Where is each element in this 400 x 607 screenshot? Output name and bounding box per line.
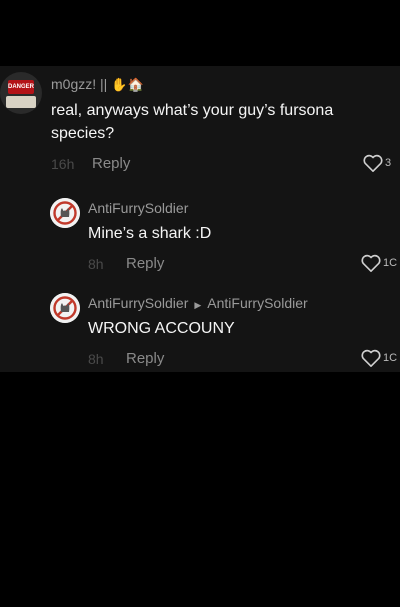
user-avatar[interactable]: DANGER	[0, 72, 42, 114]
comment-username[interactable]: m0gzz! || ✋🏠	[51, 76, 144, 93]
reply-arrow-icon: ▶	[194, 300, 202, 310]
like-count: 1C	[383, 352, 398, 364]
reply-to-username[interactable]: AntiFurrySoldier	[207, 295, 307, 311]
comment-reply: AntiFurrySoldier Mine’s a shark :D 8h Re…	[0, 194, 400, 274]
comment-reply: AntiFurrySoldier ▶ AntiFurrySoldier WRONG …	[0, 290, 400, 370]
comment-timestamp: 16h	[51, 156, 75, 172]
reply-button[interactable]: Reply	[126, 255, 164, 272]
like-count: 3	[385, 157, 392, 169]
like-count: 1C	[383, 257, 398, 269]
reply-button[interactable]: Reply	[92, 155, 130, 172]
comment-text: Mine’s a shark :D	[88, 225, 212, 242]
no-furry-avatar-icon	[50, 293, 80, 323]
comment-username[interactable]: AntiFurrySoldier	[88, 200, 188, 216]
reply-button[interactable]: Reply	[126, 350, 164, 367]
heart-icon	[361, 349, 381, 367]
heart-icon	[363, 154, 383, 172]
like-button[interactable]: 3	[362, 153, 391, 173]
comment-text: real, anyways what’s your guy’s fursona …	[51, 102, 334, 142]
comment-username[interactable]: AntiFurrySoldier ▶ AntiFurrySoldier	[88, 295, 308, 311]
username-emoji-icons: ✋🏠	[111, 77, 144, 92]
comment-top-level: DANGER m0gzz! || ✋🏠 real, anyways what’s …	[0, 66, 400, 186]
danger-sign-image: DANGER	[8, 80, 34, 94]
no-furry-avatar-icon	[50, 198, 80, 228]
user-avatar[interactable]	[50, 198, 80, 228]
like-button[interactable]: 1C	[360, 348, 397, 368]
comment-timestamp: 8h	[88, 256, 104, 272]
sign-plate-image	[6, 96, 36, 108]
heart-icon	[361, 254, 381, 272]
user-avatar[interactable]	[50, 293, 80, 323]
like-button[interactable]: 1C	[360, 253, 397, 273]
comment-timestamp: 8h	[88, 351, 104, 367]
comment-text: WRONG ACCOUNY	[88, 320, 235, 337]
comments-panel: DANGER m0gzz! || ✋🏠 real, anyways what’s …	[0, 66, 400, 372]
